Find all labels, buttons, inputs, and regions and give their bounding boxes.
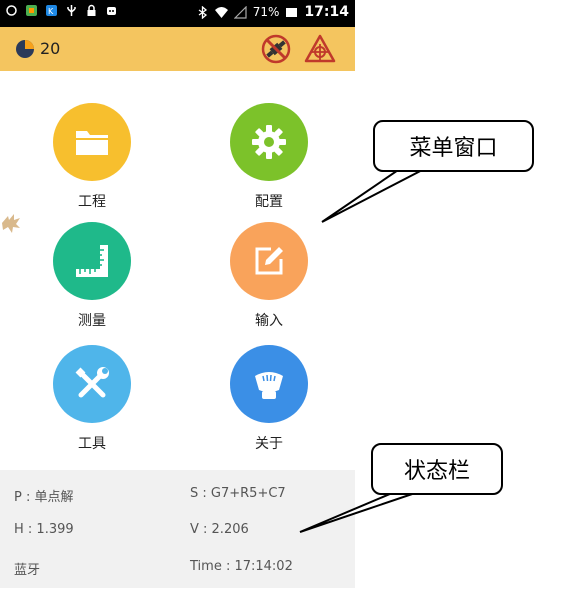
status-bar-callout-text: 状态栏 (403, 459, 470, 484)
callout-pointers (299, 165, 431, 533)
menu-window-callout: 菜单窗口 (373, 120, 534, 172)
menu-window-callout-text: 菜单窗口 (409, 136, 498, 161)
status-bar-callout: 状态栏 (371, 443, 503, 495)
menu-callout-pointer (321, 165, 431, 223)
